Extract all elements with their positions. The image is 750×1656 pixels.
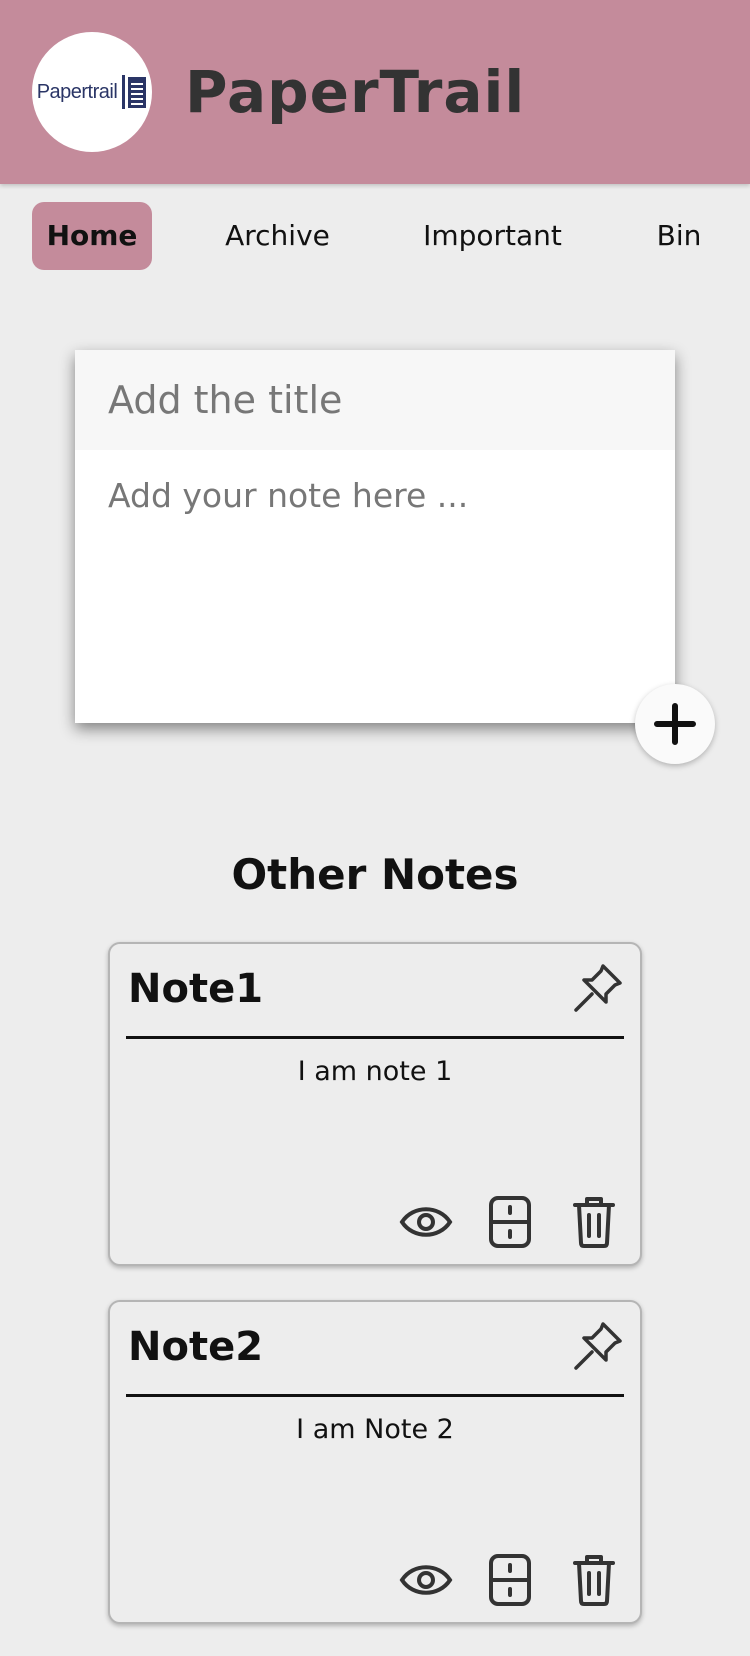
trash-icon bbox=[573, 1555, 615, 1606]
eye-icon bbox=[399, 1207, 453, 1237]
trash-icon bbox=[573, 1197, 615, 1248]
note-title: Note2 bbox=[128, 1324, 264, 1370]
delete-note-button[interactable] bbox=[566, 1552, 622, 1608]
plus-icon bbox=[654, 703, 696, 745]
nav-home[interactable]: Home bbox=[32, 202, 152, 270]
note-body-input[interactable] bbox=[75, 450, 675, 723]
archive-icon bbox=[489, 1196, 531, 1248]
pin-icon bbox=[574, 964, 622, 1012]
archive-note-button[interactable] bbox=[482, 1552, 538, 1608]
add-note-button[interactable] bbox=[635, 684, 715, 764]
delete-note-button[interactable] bbox=[566, 1194, 622, 1250]
logo-text: Papertrail bbox=[36, 80, 118, 103]
note-divider bbox=[126, 1394, 624, 1397]
nav-bin[interactable]: Bin bbox=[634, 202, 724, 270]
pin-button[interactable] bbox=[570, 960, 626, 1016]
nav-important[interactable]: Important bbox=[400, 202, 585, 270]
note-card: Note1 I am note 1 bbox=[108, 942, 642, 1266]
document-icon bbox=[122, 75, 147, 109]
archive-note-button[interactable] bbox=[482, 1194, 538, 1250]
app-header: Papertrail PaperTrail bbox=[0, 0, 750, 184]
note-composer bbox=[75, 350, 675, 723]
pin-icon bbox=[574, 1322, 622, 1370]
section-title: Other Notes bbox=[231, 850, 519, 899]
eye-icon bbox=[399, 1565, 453, 1595]
note-text: I am note 1 bbox=[297, 1056, 453, 1087]
pin-button[interactable] bbox=[570, 1318, 626, 1374]
note-card: Note2 I am Note 2 bbox=[108, 1300, 642, 1624]
note-actions bbox=[398, 1194, 622, 1250]
main-nav: Home Archive Important Bin bbox=[0, 202, 750, 272]
note-actions bbox=[398, 1552, 622, 1608]
note-title-input[interactable] bbox=[75, 350, 675, 450]
app-title: PaperTrail bbox=[185, 58, 526, 126]
nav-archive[interactable]: Archive bbox=[200, 202, 355, 270]
view-note-button[interactable] bbox=[398, 1194, 454, 1250]
note-title: Note1 bbox=[128, 966, 264, 1012]
view-note-button[interactable] bbox=[398, 1552, 454, 1608]
app-logo: Papertrail bbox=[32, 32, 152, 152]
note-text: I am Note 2 bbox=[296, 1414, 454, 1445]
archive-icon bbox=[489, 1554, 531, 1606]
note-divider bbox=[126, 1036, 624, 1039]
